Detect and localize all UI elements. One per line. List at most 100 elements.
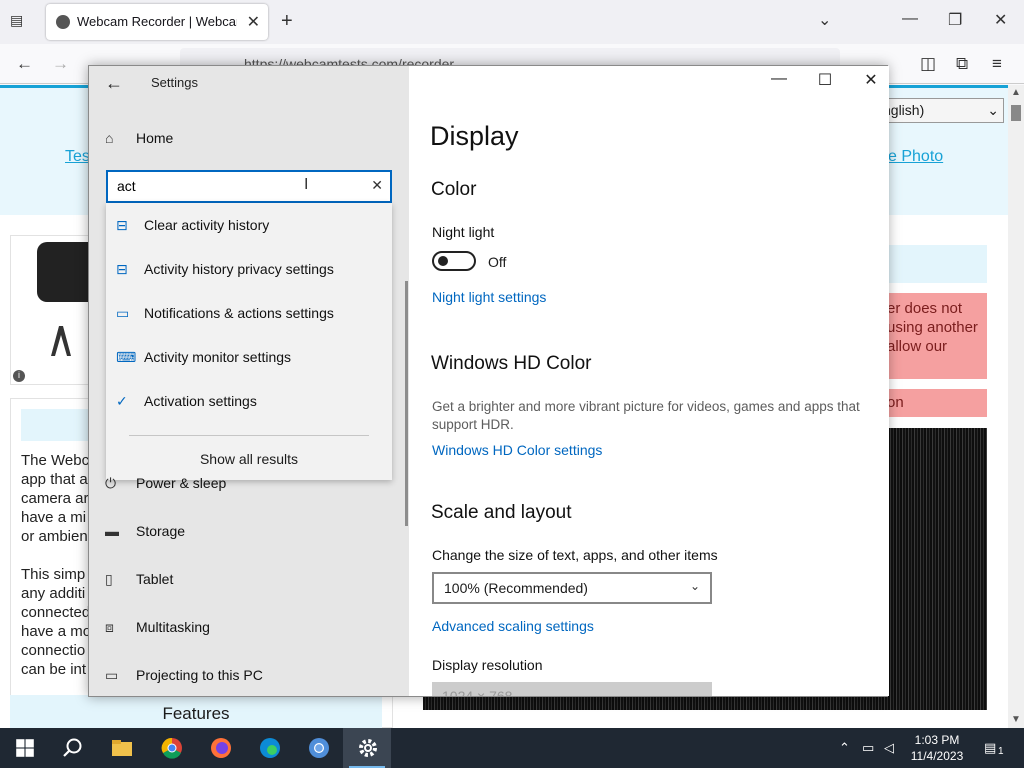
- storage-icon: ▬: [105, 523, 119, 539]
- search-result[interactable]: ▭ Notifications & actions settings: [106, 293, 392, 333]
- tripod-image: [51, 326, 71, 356]
- windows-logo-icon: [16, 739, 34, 757]
- page-title: Display: [430, 121, 519, 151]
- close-window-icon[interactable]: ✕: [994, 10, 1007, 30]
- sidebar-item-label: Storage: [136, 523, 186, 539]
- toggle-knob: [438, 256, 448, 266]
- language-value: nglish): [883, 102, 925, 118]
- resolution-select[interactable]: 1024 × 768: [432, 682, 712, 696]
- file-explorer-button[interactable]: [97, 728, 145, 768]
- chrome-button[interactable]: [147, 728, 195, 768]
- search-result[interactable]: ⊟ Activity history privacy settings: [106, 249, 392, 289]
- show-all-results-button[interactable]: Show all results: [106, 451, 392, 467]
- volume-muted-icon[interactable]: ◁: [884, 740, 894, 756]
- browser-tab[interactable]: Webcam Recorder | Webcam Te ✕: [46, 4, 268, 40]
- tray-chevron-up-icon[interactable]: ⌃: [839, 740, 850, 756]
- taskbar-clock[interactable]: 1:03 PM 11/4/2023: [906, 732, 968, 764]
- clear-search-icon[interactable]: ✕: [371, 177, 383, 194]
- timeline-icon: ⊟: [116, 217, 128, 233]
- settings-content: — ☐ ✕ Display Color Night light Off Nigh…: [409, 66, 889, 696]
- advanced-scaling-link[interactable]: Advanced scaling settings: [432, 618, 594, 634]
- settings-window: ← Settings ⌂ Home act I ✕ ⊟ Clear activi…: [88, 65, 889, 697]
- chat-bubble-icon: ▭: [116, 305, 130, 321]
- firefox-icon: [211, 738, 231, 758]
- menu-icon[interactable]: ≡: [992, 54, 1002, 74]
- settings-search-input[interactable]: act I ✕: [106, 170, 392, 203]
- search-result[interactable]: ⊟ Clear activity history: [106, 205, 392, 245]
- pocket-icon[interactable]: ◫: [920, 54, 936, 74]
- sidebar-item-label: Tablet: [136, 571, 174, 587]
- home-icon: ⌂: [105, 130, 114, 146]
- chevron-down-icon: ⌄: [987, 102, 999, 118]
- firefox-button[interactable]: [196, 728, 244, 768]
- extensions-icon[interactable]: ⧉: [956, 54, 968, 74]
- sidebar-item-multitasking[interactable]: ⧈ Multitasking: [105, 619, 210, 649]
- search-results-dropdown: ⊟ Clear activity history ⊟ Activity hist…: [106, 203, 392, 480]
- tab-close-icon[interactable]: ✕: [247, 12, 260, 32]
- clock-date: 11/4/2023: [910, 749, 964, 763]
- sidebar-item-power[interactable]: ⏻ Power & sleep: [105, 475, 226, 505]
- network-icon[interactable]: ▭: [862, 740, 874, 756]
- sidebar-item-label: Power & sleep: [136, 475, 227, 491]
- taskbar: ⌃ ▭ ◁ 1:03 PM 11/4/2023 ▤ 1: [0, 728, 1024, 768]
- sidebar-scrollbar[interactable]: [405, 281, 408, 526]
- forward-icon[interactable]: →: [52, 54, 69, 74]
- check-circle-icon: ✓: [116, 393, 128, 409]
- scroll-down-icon[interactable]: ▼: [1011, 714, 1021, 725]
- timeline-icon: ⊟: [116, 261, 128, 277]
- results-divider: [129, 435, 369, 436]
- tab-overflow-chevron-icon[interactable]: ⌄: [818, 10, 831, 30]
- start-button[interactable]: [0, 728, 48, 768]
- scale-select[interactable]: 100% (Recommended) ⌄: [432, 572, 712, 604]
- webpage-link-test[interactable]: Tes: [65, 148, 90, 166]
- search-button[interactable]: [48, 728, 96, 768]
- page-scrollbar[interactable]: ▲ ▼: [1008, 85, 1024, 730]
- minimize-icon[interactable]: —: [764, 70, 794, 88]
- hd-color-description: Get a brighter and more vibrant picture …: [432, 399, 860, 432]
- search-result-label: Activity monitor settings: [144, 349, 292, 365]
- color-heading: Color: [431, 179, 477, 200]
- chrome-icon: [161, 737, 182, 759]
- scale-label: Change the size of text, apps, and other…: [432, 547, 718, 563]
- search-icon: [63, 738, 82, 757]
- sidebar-item-home[interactable]: ⌂ Home: [105, 130, 173, 160]
- night-light-state: Off: [488, 254, 507, 270]
- tab-title: Webcam Recorder | Webcam Te: [77, 14, 237, 29]
- night-light-label: Night light: [432, 224, 495, 240]
- new-tab-icon[interactable]: +: [281, 10, 293, 33]
- clock-time: 1:03 PM: [914, 733, 960, 747]
- search-result[interactable]: ✓ Activation settings: [106, 381, 392, 421]
- back-icon[interactable]: ←: [16, 54, 33, 74]
- projector-icon: ▭: [105, 667, 119, 683]
- hd-color-settings-link[interactable]: Windows HD Color settings: [432, 442, 602, 458]
- info-icon[interactable]: i: [13, 370, 25, 382]
- settings-taskbar-button[interactable]: [343, 728, 391, 768]
- favicon-icon: [56, 15, 70, 29]
- search-result[interactable]: ⌨ Activity monitor settings: [106, 337, 392, 377]
- minimize-icon[interactable]: —: [902, 10, 918, 28]
- night-light-settings-link[interactable]: Night light settings: [432, 289, 546, 305]
- night-light-toggle[interactable]: [432, 251, 476, 271]
- sidebar-item-storage[interactable]: ▬ Storage: [105, 523, 185, 553]
- tablet-icon: ▯: [105, 571, 113, 587]
- language-select[interactable]: nglish) ⌄: [878, 98, 1004, 123]
- sidebar-item-tablet[interactable]: ▯ Tablet: [105, 571, 173, 601]
- sidebar-item-projecting[interactable]: ▭ Projecting to this PC: [105, 667, 263, 697]
- scroll-up-icon[interactable]: ▲: [1011, 87, 1021, 98]
- scroll-thumb[interactable]: [1011, 105, 1021, 121]
- right-header-strip: [883, 245, 987, 283]
- sidebar-item-label: Multitasking: [136, 619, 210, 635]
- features-heading: Features: [10, 695, 382, 730]
- back-arrow-icon[interactable]: ←: [105, 73, 123, 94]
- search-result-label: Clear activity history: [144, 217, 270, 233]
- maximize-icon[interactable]: ☐: [810, 70, 840, 90]
- webpage-link-photo[interactable]: e Photo: [888, 148, 943, 166]
- sidebar-item-label: Projecting to this PC: [136, 667, 263, 683]
- chromium-button[interactable]: [294, 728, 342, 768]
- warning-strip: on: [883, 389, 987, 417]
- edge-button[interactable]: [245, 728, 293, 768]
- notification-center-icon[interactable]: ▤: [984, 740, 996, 756]
- tab-list-icon[interactable]: ▤: [10, 12, 30, 32]
- restore-icon[interactable]: ❐: [948, 10, 962, 30]
- close-icon[interactable]: ✕: [856, 70, 886, 90]
